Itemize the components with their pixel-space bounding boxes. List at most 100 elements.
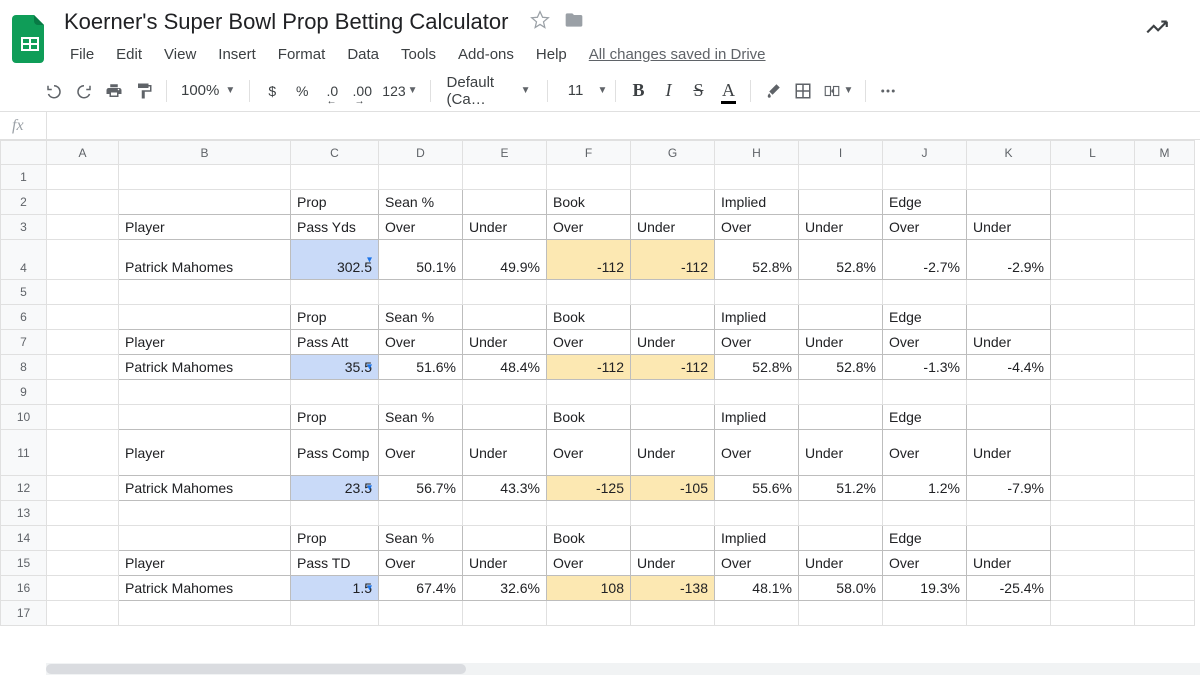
cell[interactable]	[463, 165, 547, 190]
col-header[interactable]: B	[119, 141, 291, 165]
cell[interactable]	[547, 165, 631, 190]
cell[interactable]: Under	[967, 551, 1051, 576]
fill-color-button[interactable]	[759, 77, 787, 105]
row-header[interactable]: 1	[1, 165, 47, 190]
menu-view[interactable]: View	[154, 42, 206, 67]
cell[interactable]	[631, 380, 715, 405]
cell[interactable]	[547, 501, 631, 526]
cell[interactable]: -112	[631, 355, 715, 380]
cell[interactable]: Sean %	[379, 190, 463, 215]
row-header[interactable]: 2	[1, 190, 47, 215]
cell[interactable]: 51.6%	[379, 355, 463, 380]
cell[interactable]: -105	[631, 476, 715, 501]
formula-input[interactable]	[46, 112, 1200, 139]
cell[interactable]: Pass Comp	[291, 430, 379, 476]
cell[interactable]: Sean %	[379, 405, 463, 430]
cell[interactable]: 52.8%	[799, 240, 883, 280]
cell[interactable]	[47, 576, 119, 601]
cell[interactable]	[631, 165, 715, 190]
menu-addons[interactable]: Add-ons	[448, 42, 524, 67]
row-header[interactable]: 17	[1, 601, 47, 626]
cell[interactable]: Prop	[291, 190, 379, 215]
col-header[interactable]: H	[715, 141, 799, 165]
cell[interactable]	[1051, 476, 1135, 501]
cell[interactable]: Prop	[291, 405, 379, 430]
cell[interactable]	[1135, 405, 1195, 430]
text-color-button[interactable]: A	[714, 77, 742, 105]
col-header[interactable]: E	[463, 141, 547, 165]
col-header[interactable]: K	[967, 141, 1051, 165]
cell[interactable]	[1051, 576, 1135, 601]
print-button[interactable]	[100, 77, 128, 105]
col-header[interactable]: C	[291, 141, 379, 165]
cell[interactable]: Patrick Mahomes	[119, 240, 291, 280]
grid[interactable]: ABCDEFGHIJKLM12PropSean %BookImpliedEdge…	[0, 140, 1200, 675]
cell[interactable]	[799, 190, 883, 215]
undo-button[interactable]	[40, 77, 68, 105]
cell[interactable]	[715, 280, 799, 305]
cell[interactable]	[631, 601, 715, 626]
cell[interactable]: 49.9%	[463, 240, 547, 280]
cell[interactable]	[1135, 215, 1195, 240]
cell[interactable]	[631, 526, 715, 551]
cell[interactable]: Implied	[715, 305, 799, 330]
h-scrollbar[interactable]	[46, 663, 1200, 675]
cell[interactable]	[1051, 430, 1135, 476]
col-header[interactable]: J	[883, 141, 967, 165]
row-header[interactable]: 4	[1, 240, 47, 280]
cell[interactable]	[47, 501, 119, 526]
cell[interactable]	[1051, 551, 1135, 576]
borders-button[interactable]	[789, 77, 817, 105]
cell[interactable]	[291, 380, 379, 405]
cell[interactable]: 43.3%	[463, 476, 547, 501]
cell[interactable]	[1135, 380, 1195, 405]
cell[interactable]: 108	[547, 576, 631, 601]
cell[interactable]	[1135, 526, 1195, 551]
cell[interactable]: Pass TD	[291, 551, 379, 576]
cell[interactable]	[1051, 526, 1135, 551]
cell[interactable]: Player	[119, 215, 291, 240]
cell[interactable]: Under	[463, 215, 547, 240]
folder-icon[interactable]	[564, 10, 584, 35]
cell[interactable]	[967, 501, 1051, 526]
row-header[interactable]: 13	[1, 501, 47, 526]
cell[interactable]	[463, 305, 547, 330]
cell[interactable]: Over	[883, 551, 967, 576]
cell[interactable]: 58.0%	[799, 576, 883, 601]
cell[interactable]: Under	[631, 551, 715, 576]
cell[interactable]	[547, 601, 631, 626]
cell[interactable]	[291, 165, 379, 190]
cell[interactable]	[883, 280, 967, 305]
cell[interactable]	[1051, 190, 1135, 215]
cell[interactable]: Under	[799, 551, 883, 576]
cell[interactable]	[47, 330, 119, 355]
cell[interactable]	[47, 280, 119, 305]
cell[interactable]	[1135, 330, 1195, 355]
cell[interactable]: Over	[379, 330, 463, 355]
cell[interactable]	[1135, 355, 1195, 380]
cell[interactable]: 48.4%	[463, 355, 547, 380]
cell[interactable]	[715, 501, 799, 526]
row-header[interactable]: 11	[1, 430, 47, 476]
redo-button[interactable]	[70, 77, 98, 105]
cell[interactable]: Over	[547, 330, 631, 355]
cell[interactable]: Book	[547, 305, 631, 330]
cell[interactable]	[1051, 240, 1135, 280]
col-header[interactable]: M	[1135, 141, 1195, 165]
cell[interactable]	[883, 380, 967, 405]
font-select[interactable]: Default (Ca…▼	[439, 74, 539, 108]
cell[interactable]: Over	[715, 215, 799, 240]
col-header[interactable]: G	[631, 141, 715, 165]
percent-button[interactable]: %	[288, 77, 316, 105]
cell[interactable]: -7.9%	[967, 476, 1051, 501]
cell[interactable]: Book	[547, 526, 631, 551]
col-header[interactable]: D	[379, 141, 463, 165]
zoom-select[interactable]: 100%▼	[175, 82, 241, 99]
row-header[interactable]: 14	[1, 526, 47, 551]
cell[interactable]: Under	[631, 215, 715, 240]
cell[interactable]	[379, 380, 463, 405]
cell[interactable]: Edge	[883, 190, 967, 215]
cell[interactable]	[1051, 355, 1135, 380]
menu-edit[interactable]: Edit	[106, 42, 152, 67]
cell[interactable]	[1051, 165, 1135, 190]
